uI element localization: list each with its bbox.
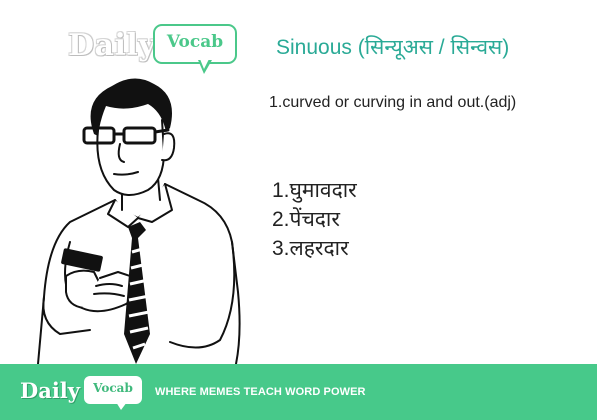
- word-title: Sinuous (सिन्यूअस / सिन्वस): [276, 36, 510, 59]
- definition: 1.curved or curving in and out.(adj): [269, 94, 517, 111]
- footer-daily-text: Daily: [20, 378, 80, 403]
- meaning-item: 1.घुमावदार: [272, 179, 357, 202]
- footer-tagline: WHERE MEMES TEACH WORD POWER: [155, 386, 366, 398]
- meaning-item: 3.लहरदार: [272, 237, 349, 260]
- meaning-item: 2.पेंचदार: [272, 208, 340, 231]
- footer-vocab-text: Vocab: [93, 381, 133, 395]
- footer-bar: Daily Vocab WHERE MEMES TEACH WORD POWER: [0, 364, 597, 420]
- man-with-phone-illustration: [37, 78, 241, 364]
- meanings-list: 1.घुमावदार 2.पेंचदार 3.लहरदार: [272, 176, 357, 263]
- logo-daily-text: Daily: [68, 28, 157, 63]
- logo-vocab-text: Vocab: [166, 32, 224, 52]
